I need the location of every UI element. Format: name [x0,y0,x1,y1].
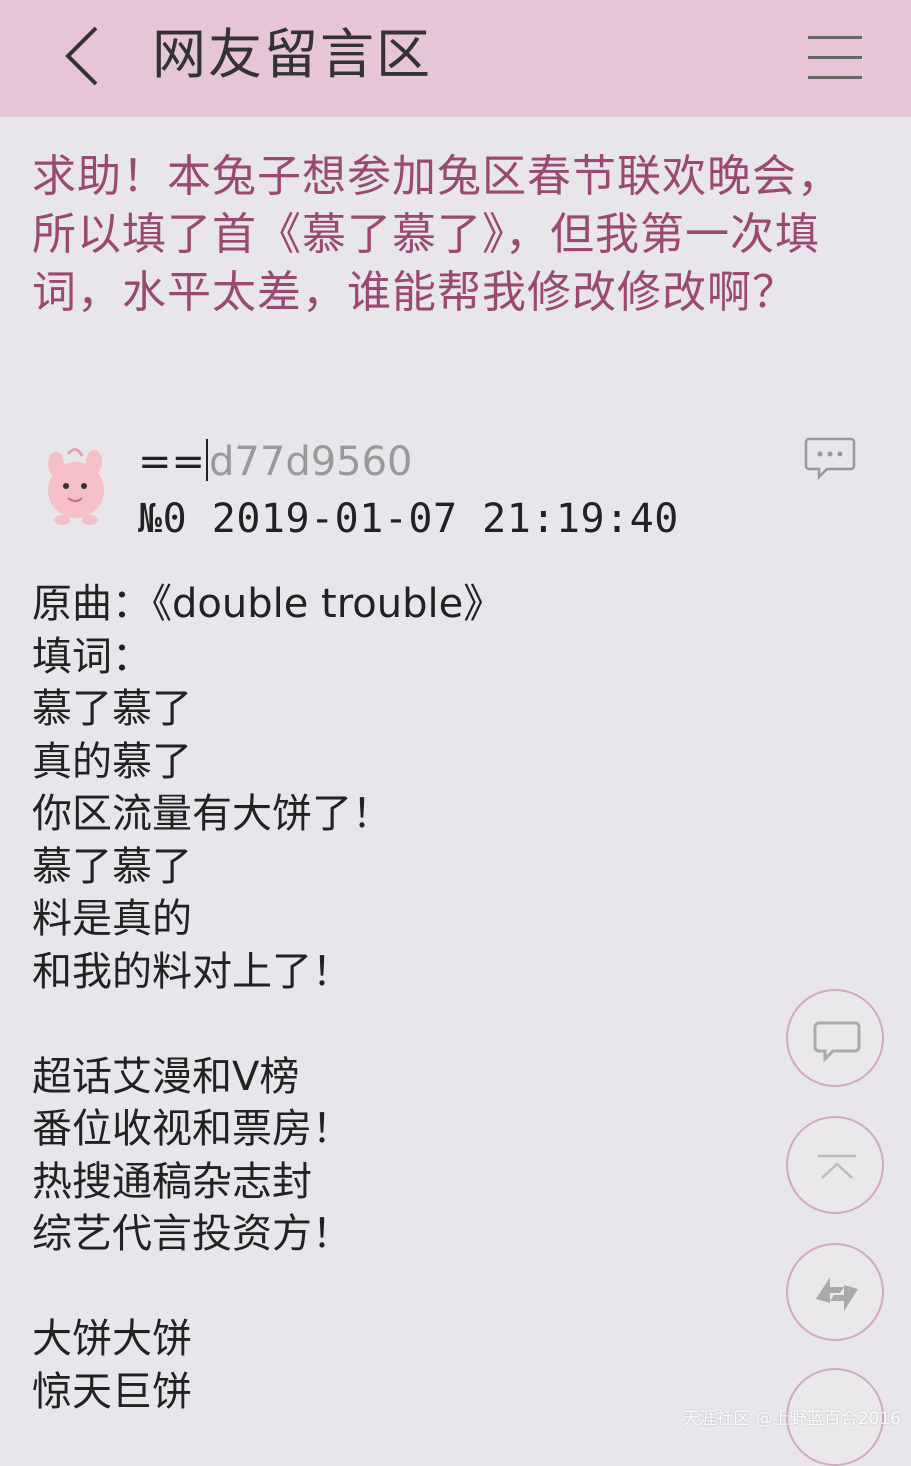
username-prefix: == [138,439,206,485]
chevron-left-icon [65,26,98,86]
back-button[interactable] [58,24,110,88]
hamburger-menu-icon [808,36,862,39]
content-line: 和我的料对上了！ [32,948,352,995]
top-app-bar: 网友留言区 [0,0,911,117]
reply-button[interactable] [804,436,856,481]
content-line: 超话艾漫和V榜 [32,1053,300,1100]
avatar [40,440,112,528]
scroll-to-top-icon [818,1154,856,1179]
content-line [32,1261,772,1314]
scroll-top-fab[interactable] [786,1116,884,1214]
username-id: d77d9560 [209,439,413,485]
thread-question: 求助！本兔子想参加兔区春节联欢晚会，所以填了首《慕了慕了》，但我第一次填词，水平… [32,151,842,318]
content-line: 慕了慕了 [32,686,192,732]
content-line: 慕了慕了 [32,843,192,890]
content-line: 原曲：《double trouble》 [32,581,504,627]
content-line: 真的慕了 [32,738,192,785]
watermark: 天涯社区 @上野蓝百合2016 [682,1409,901,1429]
content-line: 填词： [32,633,152,680]
content-line: 热搜通稿杂志封 [32,1158,312,1205]
refresh-icon [816,1277,858,1311]
comment-fab[interactable] [786,989,884,1087]
comment-icon [804,437,856,481]
post-content: 原曲：《double trouble》 填词： 慕了慕了 真的慕了 你区流量有大饼了！慕… [32,578,772,1418]
content-line [32,998,772,1051]
comment-bubble-icon [813,1021,861,1063]
content-line: 大饼大饼 [32,1316,192,1362]
content-line: 番位收视和票房！ [32,1106,352,1152]
refresh-fab[interactable] [786,1243,884,1341]
post-number-timestamp: №0 2019-01-07 21:19:40 [138,496,679,542]
menu-button[interactable] [808,36,862,82]
content-line: 综艺代言投资方！ [32,1211,352,1257]
content-line: 你区流量有大饼了！ [32,791,392,837]
page-title: 网友留言区 [152,23,432,86]
text-caret [206,439,209,481]
content-line: 料是真的 [32,896,192,942]
content-line: 惊天巨饼 [32,1368,192,1415]
post-username[interactable]: == d77d9560 [138,436,413,488]
